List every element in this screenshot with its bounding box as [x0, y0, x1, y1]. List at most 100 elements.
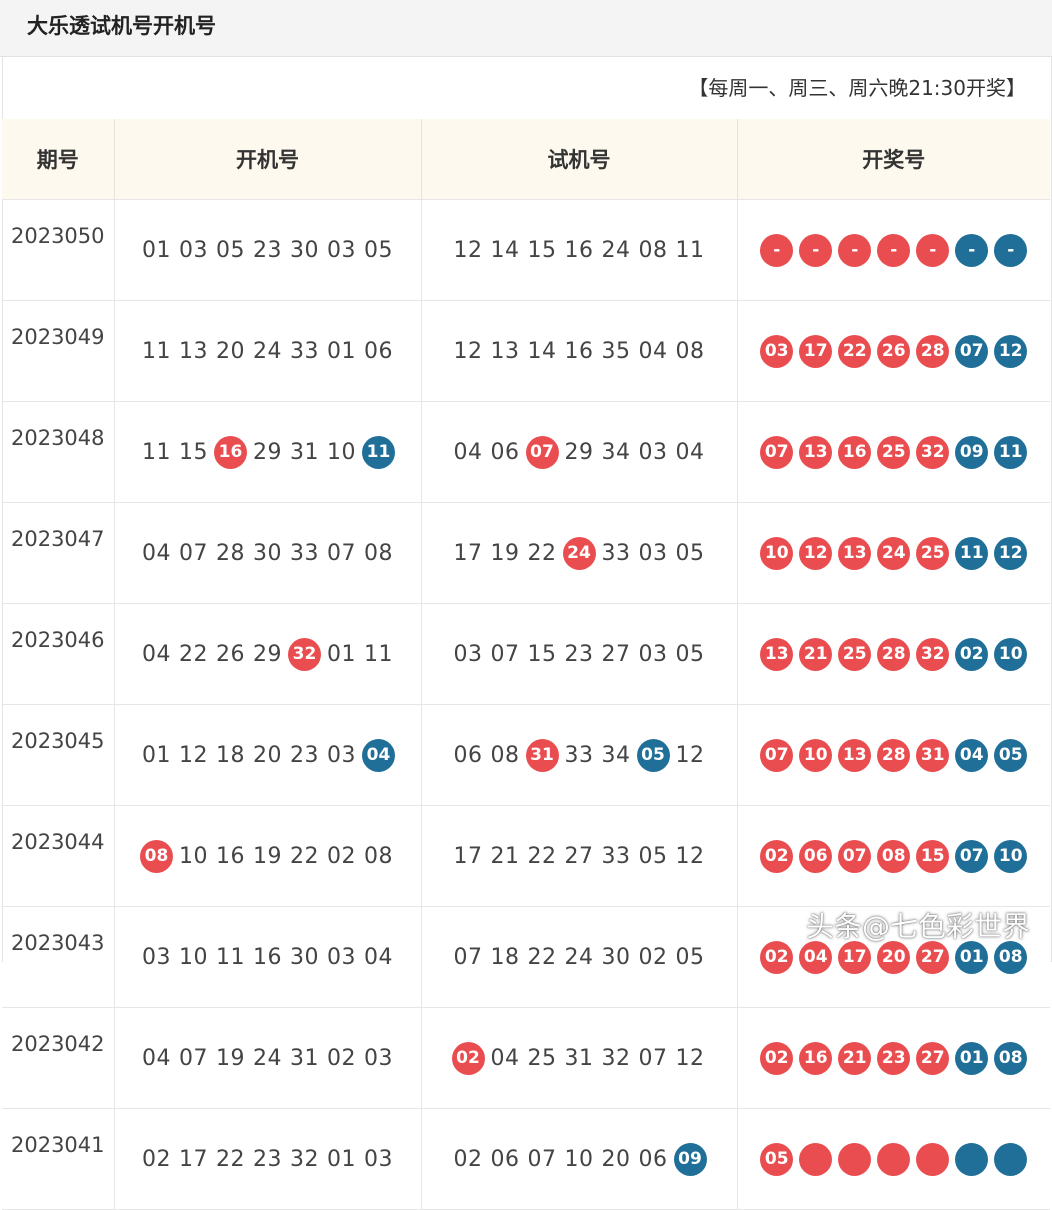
number: 19: [216, 1045, 245, 1071]
red-ball: 12: [799, 536, 833, 570]
open-number-cell: 03 10 11 16 30 03 04: [114, 906, 422, 1008]
red-ball: 10: [799, 738, 833, 772]
period-cell: 2023047: [2, 502, 115, 604]
title-bar: 大乐透试机号开机号: [0, 0, 1052, 57]
red-ball: [916, 1142, 950, 1176]
red-ball: 15: [916, 839, 950, 873]
number: 06: [453, 742, 483, 768]
period-cell: 2023041: [2, 1108, 115, 1210]
blue-ball: 11: [955, 536, 989, 570]
number: 31: [290, 439, 319, 465]
red-ball: 20: [877, 940, 911, 974]
red-ball: 05: [760, 1142, 794, 1176]
number: 30: [290, 944, 319, 970]
number: 06: [490, 1146, 520, 1172]
red-ball: 28: [877, 637, 911, 671]
red-ball: 28: [877, 738, 911, 772]
red-ball: 27: [916, 1041, 950, 1075]
open-number-cell: 04 07 19 24 31 02 03: [114, 1007, 422, 1109]
number: 33: [290, 540, 319, 566]
red-ball: 02: [760, 1041, 794, 1075]
trial-number-cell: 07 18 22 24 30 02 05: [421, 906, 738, 1008]
number: 11: [142, 338, 171, 364]
red-ball: 07: [525, 435, 559, 469]
number: 23: [253, 237, 282, 263]
number: 18: [216, 742, 245, 768]
trial-number-cell: 04 06 07 29 34 03 04: [421, 401, 738, 503]
number: 29: [253, 439, 282, 465]
number: 10: [179, 944, 208, 970]
number: 04: [142, 1045, 171, 1071]
number: 12: [453, 338, 483, 364]
number: 16: [564, 338, 594, 364]
number: 04: [364, 944, 393, 970]
number: 03: [638, 439, 668, 465]
number: 13: [179, 338, 208, 364]
number: 16: [564, 237, 594, 263]
blue-ball: 11: [362, 435, 395, 469]
number: 20: [601, 1146, 631, 1172]
blue-ball: -: [994, 233, 1028, 267]
number: 03: [327, 944, 356, 970]
number: 32: [601, 1045, 631, 1071]
trial-number-cell: 06 08 31 33 34 05 12: [421, 704, 738, 806]
open-number-cell: 02 17 22 23 32 01 03: [114, 1108, 422, 1210]
blue-ball: 04: [955, 738, 989, 772]
red-ball: 24: [877, 536, 911, 570]
period-cell: 2023045: [2, 704, 115, 806]
blue-ball: 04: [362, 738, 395, 772]
number: 10: [179, 843, 208, 869]
red-ball: 10: [760, 536, 794, 570]
red-ball: 22: [838, 334, 872, 368]
number: 23: [564, 641, 594, 667]
blue-ball: 05: [636, 738, 670, 772]
red-ball: -: [799, 233, 833, 267]
red-ball: 21: [838, 1041, 872, 1075]
blue-ball: 01: [955, 1041, 989, 1075]
number: 05: [675, 641, 705, 667]
number: 02: [327, 1045, 356, 1071]
number: 03: [142, 944, 171, 970]
number: 16: [216, 843, 245, 869]
number: 30: [253, 540, 282, 566]
table-row: 2023042 04 07 19 24 31 02 03 02 04 25 31 32 07 12 02 16 2…: [2, 1007, 1050, 1109]
red-ball: 23: [877, 1041, 911, 1075]
number: 05: [364, 237, 393, 263]
blue-ball: 01: [955, 940, 989, 974]
number: 07: [179, 1045, 208, 1071]
number: 03: [638, 540, 668, 566]
number: 02: [142, 1146, 171, 1172]
number: 24: [253, 338, 282, 364]
number: 24: [253, 1045, 282, 1071]
red-ball: 17: [838, 940, 872, 974]
red-ball: 32: [288, 637, 321, 671]
number: 04: [142, 641, 171, 667]
number: 12: [675, 1045, 705, 1071]
red-ball: [799, 1142, 833, 1176]
number: 01: [327, 1146, 356, 1172]
draw-number-cell: 02 16 21 23 27 01 08: [737, 1007, 1050, 1109]
period-cell: 2023043: [2, 906, 115, 1008]
number: 08: [675, 338, 705, 364]
number: 07: [453, 944, 483, 970]
blue-ball: [955, 1142, 989, 1176]
blue-ball: 07: [955, 839, 989, 873]
header-open-number: 开机号: [114, 119, 422, 200]
red-ball: -: [838, 233, 872, 267]
number: 22: [179, 641, 208, 667]
red-ball: 25: [916, 536, 950, 570]
number: 02: [453, 1146, 483, 1172]
blue-ball: 02: [955, 637, 989, 671]
number: 12: [179, 742, 208, 768]
number: 24: [601, 237, 631, 263]
blue-ball: 12: [994, 334, 1028, 368]
blue-ball: 09: [955, 435, 989, 469]
number: 01: [142, 237, 171, 263]
draw-number-cell: 07 13 16 25 32 09 11: [737, 401, 1050, 503]
number: 01: [142, 742, 171, 768]
draw-schedule-note: 【每周一、周三、周六晚21:30开奖】: [688, 76, 1026, 100]
number: 18: [490, 944, 520, 970]
red-ball: 16: [799, 1041, 833, 1075]
open-number-cell: 01 03 05 23 30 03 05: [114, 199, 422, 301]
red-ball: 16: [838, 435, 872, 469]
